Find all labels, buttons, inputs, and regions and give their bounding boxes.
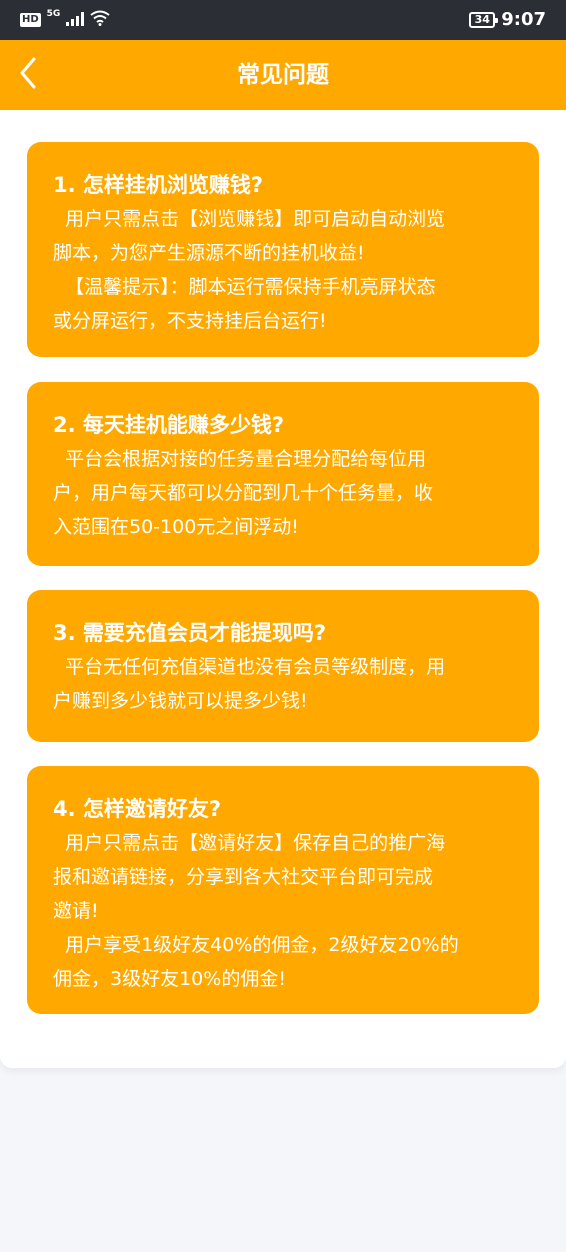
status-bar: HD 5G 34 9:07 bbox=[0, 0, 566, 40]
battery-icon: 34 bbox=[469, 11, 499, 28]
header-bar: 常见问题 bbox=[0, 40, 566, 110]
faq-question: 1. 怎样挂机浏览赚钱? bbox=[53, 173, 264, 197]
faq-item-1: 1. 怎样挂机浏览赚钱? 用户只需点击【浏览赚钱】即可启动自动浏览 脚本，为您产… bbox=[27, 142, 539, 357]
chevron-left-icon bbox=[17, 56, 39, 94]
faq-item-4: 4. 怎样邀请好友? 用户只需点击【邀请好友】保存自己的推广海 报和邀请链接，分… bbox=[27, 766, 539, 1014]
faq-item-2: 2. 每天挂机能赚多少钱? 平台会根据对接的任务量合理分配给每位用 户，用户每天… bbox=[27, 382, 539, 566]
faq-answer-line: 佣金，3级好友10%的佣金! bbox=[53, 968, 286, 990]
faq-answer-line: 或分屏运行，不支持挂后台运行! bbox=[53, 310, 327, 332]
faq-answer-line: 【温馨提示】：脚本运行需保持手机亮屏状态 bbox=[53, 276, 436, 298]
faq-answer-line: 用户只需点击【浏览赚钱】即可启动自动浏览 bbox=[53, 208, 446, 230]
faq-answer-line: 户，用户每天都可以分配到几十个任务量，收 bbox=[53, 482, 434, 504]
back-button[interactable] bbox=[8, 53, 48, 97]
faq-answer: 用户只需点击【浏览赚钱】即可启动自动浏览 脚本，为您产生源源不断的挂机收益! 【… bbox=[53, 202, 513, 338]
status-right: 34 9:07 bbox=[469, 9, 546, 30]
faq-answer-line: 平台无任何充值渠道也没有会员等级制度，用 bbox=[53, 656, 446, 678]
faq-answer: 平台会根据对接的任务量合理分配给每位用 户，用户每天都可以分配到几十个任务量，收… bbox=[53, 442, 513, 544]
battery-level: 34 bbox=[474, 12, 490, 26]
faq-answer-line: 户赚到多少钱就可以提多少钱! bbox=[53, 690, 308, 712]
faq-answer-line: 用户只需点击【邀请好友】保存自己的推广海 bbox=[53, 832, 446, 854]
faq-answer-line: 脚本，为您产生源源不断的挂机收益! bbox=[53, 242, 365, 264]
faq-question: 2. 每天挂机能赚多少钱? bbox=[53, 413, 285, 437]
faq-answer-line: 平台会根据对接的任务量合理分配给每位用 bbox=[53, 448, 427, 470]
faq-question: 4. 怎样邀请好友? bbox=[53, 797, 222, 821]
faq-answer-line: 邀请! bbox=[53, 900, 99, 922]
faq-answer-line: 入范围在50-100元之间浮动! bbox=[53, 516, 299, 538]
page-title: 常见问题 bbox=[237, 62, 329, 88]
faq-answer: 平台无任何充值渠道也没有会员等级制度，用 户赚到多少钱就可以提多少钱! bbox=[53, 650, 513, 718]
network-type-label: 5G bbox=[46, 9, 61, 19]
clock: 9:07 bbox=[501, 9, 546, 30]
wifi-icon bbox=[90, 10, 110, 30]
faq-answer-line: 用户享受1级好友40%的佣金，2级好友20%的 bbox=[53, 934, 459, 956]
faq-answer: 用户只需点击【邀请好友】保存自己的推广海 报和邀请链接，分享到各大社交平台即可完… bbox=[53, 826, 513, 996]
status-left: HD 5G bbox=[20, 9, 110, 30]
faq-item-3: 3. 需要充值会员才能提现吗? 平台无任何充值渠道也没有会员等级制度，用 户赚到… bbox=[27, 590, 539, 742]
faq-answer-line: 报和邀请链接，分享到各大社交平台即可完成 bbox=[53, 866, 434, 888]
hd-badge: HD bbox=[20, 13, 41, 27]
signal-icon bbox=[66, 11, 85, 30]
faq-question: 3. 需要充值会员才能提现吗? bbox=[53, 621, 327, 645]
